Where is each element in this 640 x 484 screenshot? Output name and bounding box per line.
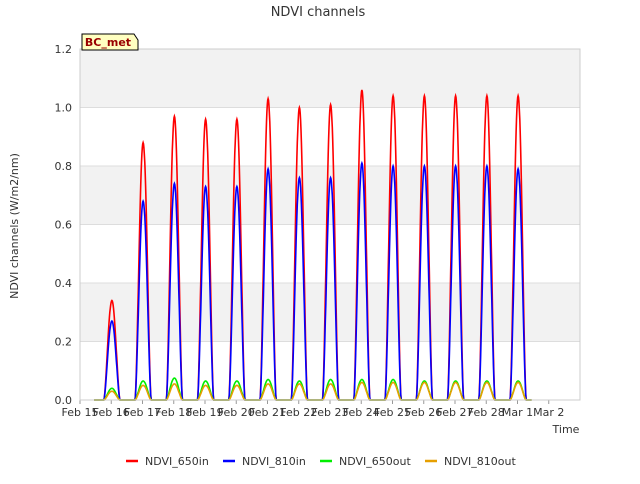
ndvi-chart: 0.00.20.40.60.81.01.2 Feb 15Feb 16Feb 17… xyxy=(0,0,640,480)
y-axis-label: NDVI channels (W/m2/nm) xyxy=(8,153,21,299)
x-axis-label: Time xyxy=(552,423,580,436)
chart-title: NDVI channels xyxy=(271,5,366,20)
y-tick-label: 0.2 xyxy=(55,336,73,349)
x-tick-label: Feb 28 xyxy=(468,406,505,419)
legend-label: NDVI_650out xyxy=(339,455,411,468)
legend-label: NDVI_810in xyxy=(242,455,306,468)
plot-band xyxy=(80,341,580,400)
y-tick-label: 0.8 xyxy=(55,160,73,173)
plot-band xyxy=(80,283,580,342)
site-badge: BC_met xyxy=(81,33,139,51)
chart-container: 0.0 0.2 0.4 0.6 0.8 1.0 1.2 Feb 15 Feb 16 Feb 17… xyxy=(0,0,640,480)
x-tick-label: Mar 1 xyxy=(502,406,533,419)
y-tick-label: 1.0 xyxy=(55,102,73,115)
legend-label: NDVI_650in xyxy=(145,455,209,468)
plot-band xyxy=(80,166,580,225)
y-tick-label: 0.6 xyxy=(55,219,73,232)
x-tick-labels: Feb 15Feb 16Feb 17Feb 18Feb 19Feb 20Feb … xyxy=(62,406,565,419)
legend-label: NDVI_810out xyxy=(444,455,516,468)
y-tick-label: 0.4 xyxy=(55,277,73,290)
y-tick-label: 1.2 xyxy=(55,43,73,56)
plot-band xyxy=(80,224,580,283)
plot-band xyxy=(80,49,580,108)
site-badge-label: BC_met xyxy=(85,36,131,49)
x-tick-label: Mar 2 xyxy=(533,406,564,419)
